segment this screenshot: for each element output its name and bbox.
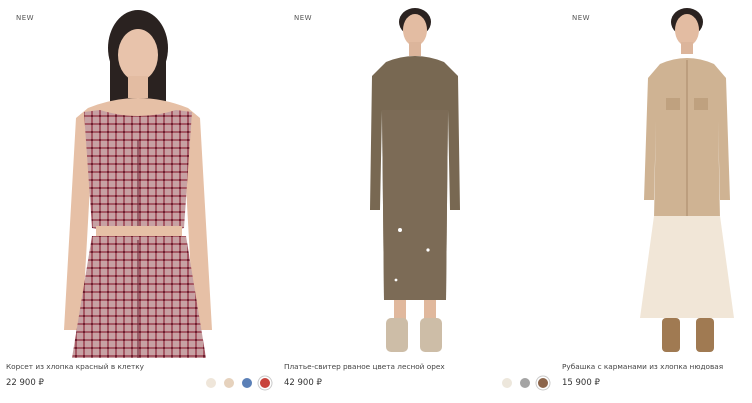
product-image[interactable]	[0, 0, 278, 358]
product-price: 15 900 ₽	[562, 378, 600, 388]
product-price: 22 900 ₽	[6, 378, 44, 388]
new-badge: NEW	[572, 14, 591, 22]
new-badge: NEW	[294, 14, 313, 22]
product-price: 42 900 ₽	[284, 378, 322, 388]
color-swatch-beige[interactable]	[224, 378, 234, 388]
color-swatch-cream[interactable]	[206, 378, 216, 388]
color-swatch-cream[interactable]	[502, 378, 512, 388]
product-grid: NEW Корсет из хлопка красный в клетку 22…	[0, 0, 752, 403]
product-title[interactable]: Корсет из хлопка красный в клетку	[6, 362, 144, 371]
product-card[interactable]: NEW Платье-свитер рваное цвета лесной ор…	[278, 0, 556, 403]
color-swatch-gray[interactable]	[520, 378, 530, 388]
product-image[interactable]	[278, 0, 556, 358]
product-image[interactable]	[556, 0, 752, 358]
product-card[interactable]: NEW Рубашка с карманами из хлопка нюдова…	[556, 0, 752, 403]
color-swatch-brown[interactable]	[538, 378, 548, 388]
color-swatch-red[interactable]	[260, 378, 270, 388]
product-title[interactable]: Платье-свитер рваное цвета лесной орех	[284, 362, 445, 371]
color-swatches	[206, 378, 270, 388]
product-title[interactable]: Рубашка с карманами из хлопка нюдовая	[562, 362, 723, 371]
color-swatch-blue[interactable]	[242, 378, 252, 388]
color-swatches	[502, 378, 548, 388]
new-badge: NEW	[16, 14, 35, 22]
product-card[interactable]: NEW Корсет из хлопка красный в клетку 22…	[0, 0, 278, 403]
